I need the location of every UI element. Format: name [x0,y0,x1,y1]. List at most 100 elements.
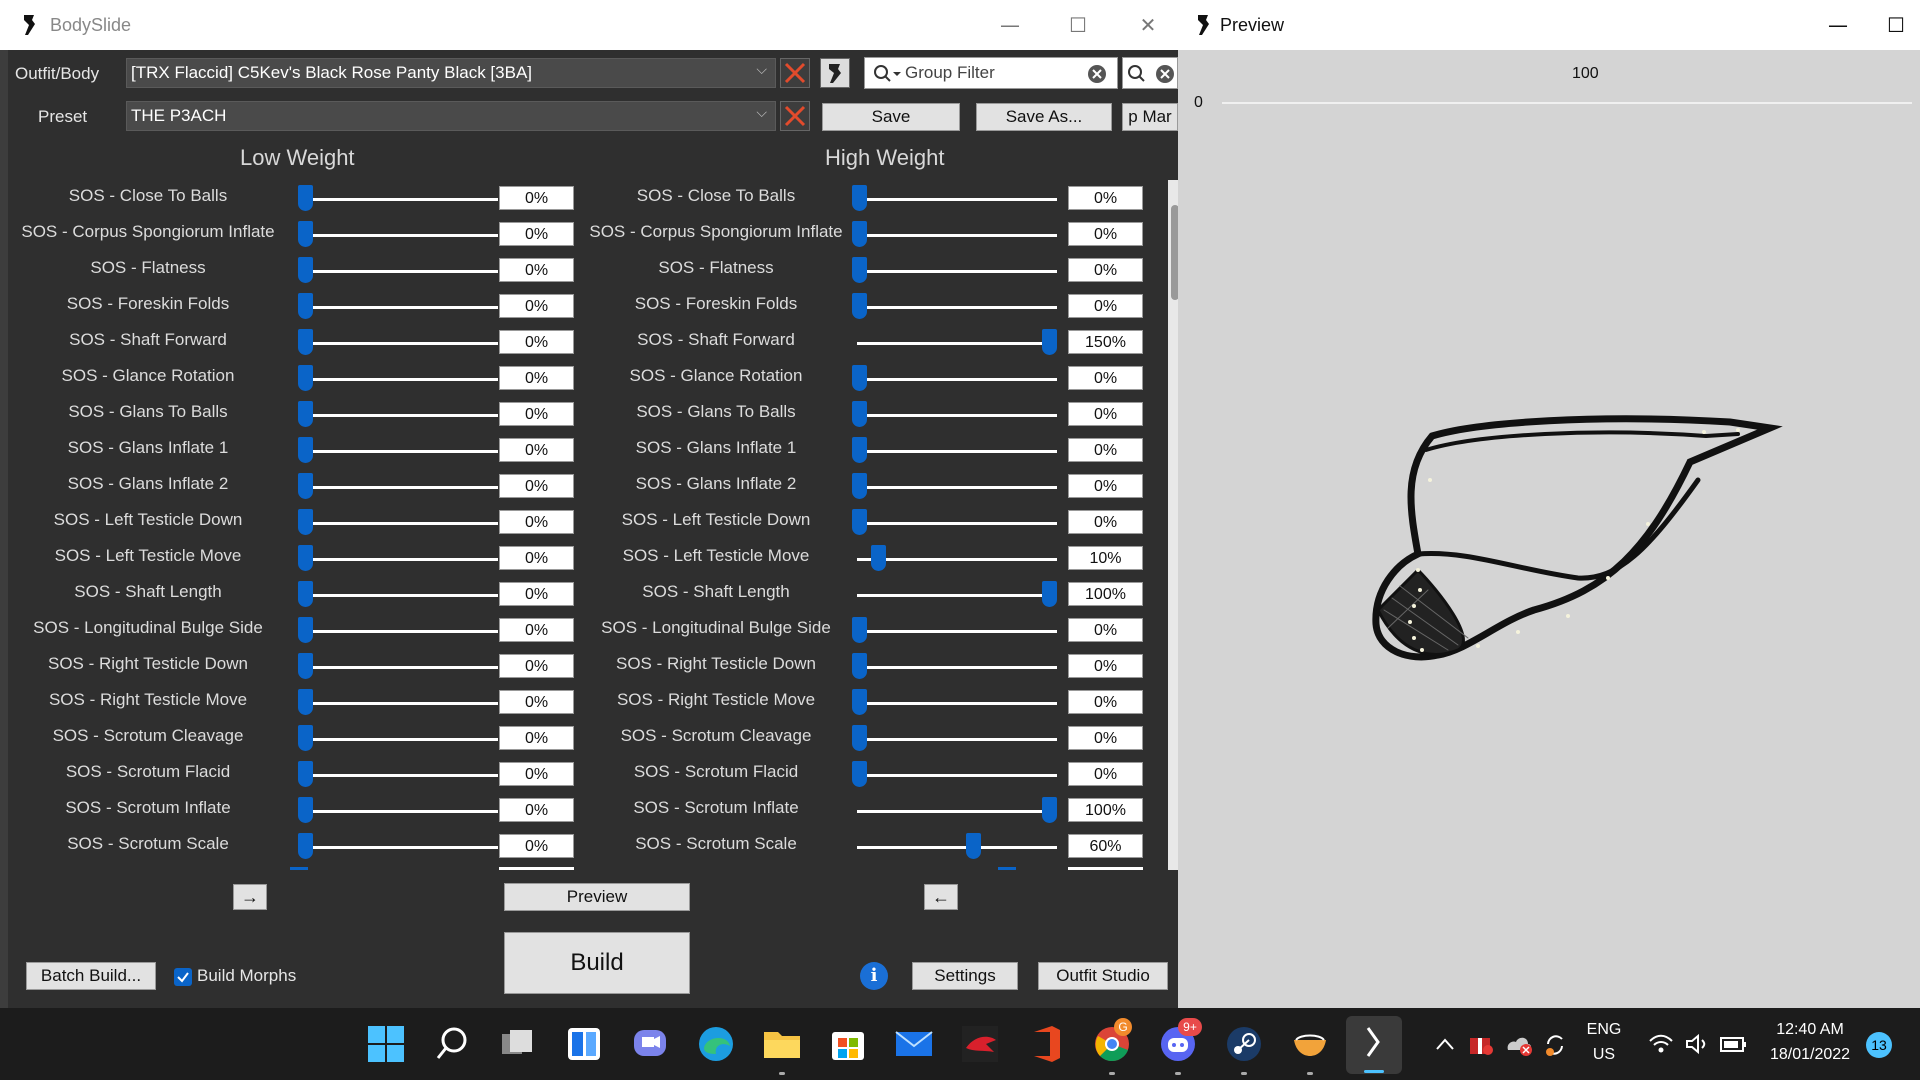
high-slider-track[interactable] [857,846,1057,849]
high-slider-thumb[interactable] [852,473,867,499]
high-value-input[interactable]: 150% [1068,330,1143,354]
minimize-button[interactable]: — [990,10,1030,40]
high-value-input[interactable]: 0% [1068,618,1143,642]
info-icon[interactable]: i [860,962,888,990]
high-slider-track[interactable] [857,558,1057,561]
search-icon[interactable] [430,1022,474,1066]
bodyslide-taskbar-item[interactable] [1346,1016,1402,1074]
settings-button[interactable]: Settings [912,962,1018,990]
save-preset-button[interactable]: Save [822,103,960,131]
high-slider-track[interactable] [857,378,1057,381]
high-value-input[interactable]: 0% [1068,690,1143,714]
microsoft-store-icon[interactable] [826,1022,870,1066]
high-slider-track[interactable] [857,774,1057,777]
notification-count-badge[interactable]: 13 [1866,1032,1892,1058]
high-value-input[interactable]: 0% [1068,726,1143,750]
high-slider-thumb[interactable] [1042,329,1057,355]
widgets-icon[interactable] [562,1022,606,1066]
high-slider-thumb[interactable] [966,833,981,859]
high-slider-thumb[interactable] [852,725,867,751]
bodyslide-titlebar[interactable]: BodySlide — ☐ ✕ [0,0,1178,50]
high-slider-track[interactable] [857,342,1057,345]
high-slider-track[interactable] [857,630,1057,633]
clock-date[interactable]: 18/01/2022 [1760,1046,1860,1064]
outfit-studio-button[interactable]: Outfit Studio [1038,962,1168,990]
outfit-studio-link-button[interactable] [820,58,850,88]
high-slider-track[interactable] [857,486,1057,489]
high-value-input[interactable]: 0% [1068,402,1143,426]
language-line1[interactable]: ENG [1584,1021,1624,1039]
app-bowl-icon[interactable] [1288,1022,1332,1066]
save-as-preset-button[interactable]: Save As... [976,103,1112,131]
high-value-input[interactable]: 0% [1068,762,1143,786]
outfit-filter-input[interactable] [1122,57,1178,89]
high-slider-track[interactable] [857,234,1057,237]
high-slider-thumb[interactable] [852,617,867,643]
high-value-input[interactable]: 100% [1068,582,1143,606]
high-slider-thumb[interactable] [852,257,867,283]
batch-build-button[interactable]: Batch Build... [26,962,156,990]
clear-outfit-button[interactable] [780,58,810,88]
high-slider-track[interactable] [857,414,1057,417]
mesh-preview-canvas[interactable] [1178,50,1920,1008]
high-slider-thumb[interactable] [852,761,867,787]
high-slider-thumb[interactable] [852,185,867,211]
sync-tray-icon[interactable] [1540,1030,1570,1058]
close-button[interactable]: ✕ [1128,10,1168,40]
vortex-icon[interactable] [958,1022,1002,1066]
high-slider-thumb[interactable] [852,401,867,427]
gift-tray-icon[interactable] [1466,1030,1496,1058]
high-slider-track[interactable] [857,666,1057,669]
copy-high-to-low-button[interactable]: ← [924,884,958,910]
high-value-input[interactable]: 0% [1068,366,1143,390]
edge-icon[interactable] [694,1022,738,1066]
high-slider-thumb[interactable] [871,545,886,571]
high-slider-thumb[interactable] [1042,581,1057,607]
chevron-up-icon[interactable] [1434,1036,1456,1052]
maximize-button[interactable]: ☐ [1876,10,1916,40]
volume-icon[interactable] [1684,1032,1710,1056]
battery-icon[interactable] [1718,1032,1748,1056]
high-slider-track[interactable] [857,810,1057,813]
teams-chat-icon[interactable] [628,1022,672,1066]
preview-titlebar[interactable]: Preview — ☐ [1178,0,1920,50]
maximize-button[interactable]: ☐ [1058,10,1098,40]
steam-icon[interactable] [1222,1022,1266,1066]
high-value-input[interactable]: 0% [1068,438,1143,462]
high-slider-thumb[interactable] [852,437,867,463]
minimize-button[interactable]: — [1818,10,1858,40]
high-slider-thumb[interactable] [1042,797,1057,823]
high-value-input[interactable]: 0% [1068,474,1143,498]
high-value-input[interactable]: 100% [1068,798,1143,822]
clock-time[interactable]: 12:40 AM [1760,1021,1860,1039]
language-line2[interactable]: US [1584,1046,1624,1064]
wifi-icon[interactable] [1648,1032,1674,1056]
high-value-input[interactable]: 0% [1068,294,1143,318]
high-value-input[interactable]: 60% [1068,834,1143,858]
preset-combo[interactable]: THE P3ACH ⌵ [126,101,776,131]
high-slider-track[interactable] [857,522,1057,525]
build-button[interactable]: Build [504,932,690,994]
high-slider-thumb[interactable] [852,509,867,535]
high-slider-track[interactable] [857,702,1057,705]
outfit-combo[interactable]: [TRX Flaccid] C5Kev's Black Rose Panty B… [126,58,776,88]
copy-low-to-high-button[interactable]: → [233,884,267,910]
high-slider-thumb[interactable] [852,221,867,247]
high-slider-track[interactable] [857,450,1057,453]
high-slider-thumb[interactable] [852,293,867,319]
high-slider-track[interactable] [857,594,1057,597]
high-value-input[interactable]: 0% [1068,222,1143,246]
build-morphs-checkbox[interactable] [174,968,192,986]
high-slider-thumb[interactable] [852,689,867,715]
high-value-input[interactable]: 0% [1068,654,1143,678]
office-icon[interactable] [1024,1022,1068,1066]
clear-search-icon[interactable] [1087,64,1107,84]
high-slider-thumb[interactable] [852,365,867,391]
mail-icon[interactable] [892,1022,936,1066]
high-value-input[interactable]: 0% [1068,510,1143,534]
high-value-input[interactable]: 0% [1068,258,1143,282]
group-filter-input[interactable]: Group Filter [864,57,1118,89]
high-slider-track[interactable] [857,270,1057,273]
preview-button[interactable]: Preview [504,883,690,911]
high-value-input[interactable]: 0% [1068,186,1143,210]
